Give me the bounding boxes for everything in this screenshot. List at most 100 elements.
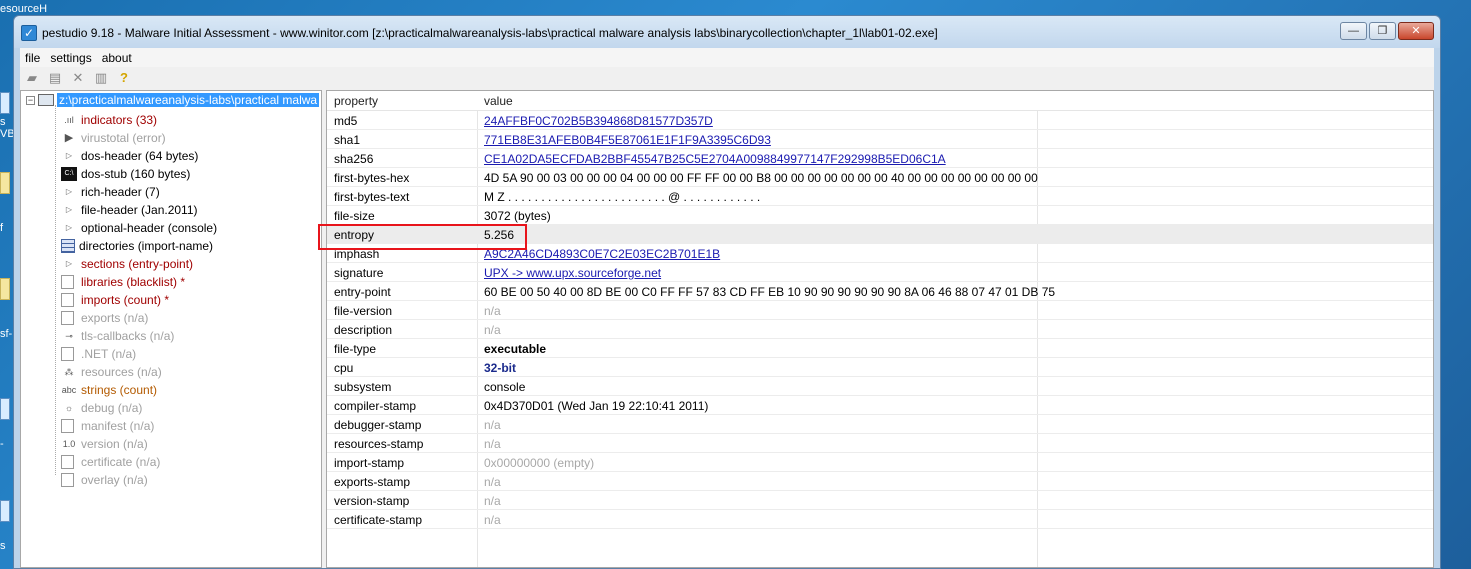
property-cell: import-stamp [334, 456, 405, 470]
tree-item[interactable]: ▷ dos-header (64 bytes) [61, 147, 198, 165]
value-cell: 3072 (bytes) [484, 209, 551, 223]
tree-item[interactable]: ☼ debug (n/a) [61, 399, 143, 417]
export-icon [61, 311, 74, 325]
app-icon: ✓ [21, 25, 37, 41]
property-cell: description [334, 323, 393, 337]
value-link[interactable]: UPX -> www.upx.sourceforge.net [484, 266, 661, 280]
menu-settings[interactable]: settings [45, 51, 96, 65]
value-cell: n/a [484, 323, 501, 337]
open-icon[interactable]: ▰ [22, 68, 42, 88]
table-row[interactable]: file-version n/a [327, 301, 1433, 320]
table-row[interactable]: compiler-stamp 0x4D370D01 (Wed Jan 19 22:… [327, 396, 1433, 415]
value-cell: n/a [484, 304, 501, 318]
value-link[interactable]: CE1A02DA5ECFDAB2BBF45547B25C5E2704A00988… [484, 152, 946, 166]
menu-file[interactable]: file [20, 51, 45, 65]
table-row[interactable]: entry-point 60 BE 00 50 40 00 8D BE 00 C0… [327, 282, 1433, 301]
table-row[interactable]: import-stamp 0x00000000 (empty) [327, 453, 1433, 472]
tree-item-label: debug (n/a) [81, 401, 143, 415]
table-row[interactable]: md5 24AFFBF0C702B5B394868D81577D357D [327, 111, 1433, 130]
column-header-property[interactable]: property [334, 94, 378, 108]
value-cell: 0x4D370D01 (Wed Jan 19 22:10:41 2011) [484, 399, 709, 413]
property-cell: first-bytes-text [334, 190, 410, 204]
tree-item[interactable]: imports (count) * [61, 291, 169, 309]
tree-item[interactable]: certificate (n/a) [61, 453, 160, 471]
desktop-label: f [0, 222, 4, 234]
tree-item[interactable]: directories (import-name) [61, 237, 213, 255]
tree-item[interactable]: manifest (n/a) [61, 417, 154, 435]
table-row[interactable]: description n/a [327, 320, 1433, 339]
tree-item[interactable]: 1.0 version (n/a) [61, 435, 148, 453]
tree-item[interactable]: ▶ virustotal (error) [61, 129, 166, 147]
title-bar[interactable]: ✓ pestudio 9.18 - Malware Initial Assess… [14, 16, 1440, 48]
tree-item[interactable]: C:\ dos-stub (160 bytes) [61, 165, 190, 183]
tree-item-label: .NET (n/a) [81, 347, 137, 361]
desktop-icon[interactable] [0, 398, 10, 420]
tree-item[interactable]: abc strings (count) [61, 381, 157, 399]
tree-item[interactable]: ▷ file-header (Jan.2011) [61, 201, 198, 219]
desktop-icon[interactable] [0, 500, 10, 522]
property-cell: subsystem [334, 380, 392, 394]
clipboard-icon[interactable]: ▥ [91, 68, 111, 88]
property-cell: first-bytes-hex [334, 171, 410, 185]
tree-item[interactable]: ▷ optional-header (console) [61, 219, 217, 237]
property-cell: file-type [334, 342, 377, 356]
tree-root-label[interactable]: z:\practicalmalwareanalysis-labs\practic… [57, 93, 320, 107]
menu-bar: file settings about [20, 48, 1434, 67]
tree-root[interactable]: − z:\practicalmalwareanalysis-labs\pract… [26, 93, 320, 107]
table-row[interactable]: first-bytes-text M Z . . . . . . . . . . … [327, 187, 1433, 206]
table-row[interactable]: resources-stamp n/a [327, 434, 1433, 453]
tree-item[interactable]: exports (n/a) [61, 309, 148, 327]
value-cell: M Z . . . . . . . . . . . . . . . . . . … [484, 190, 761, 204]
tree-item[interactable]: ▷ rich-header (7) [61, 183, 160, 201]
table-row[interactable]: first-bytes-hex 4D 5A 90 00 03 00 00 00 0… [327, 168, 1433, 187]
tree-item[interactable]: ⁂ resources (n/a) [61, 363, 162, 381]
table-row[interactable]: sha256 CE1A02DA5ECFDAB2BBF45547B25C5E2704… [327, 149, 1433, 168]
value-cell: console [484, 380, 526, 394]
desktop-icon[interactable] [0, 172, 10, 194]
version-icon: 1.0 [62, 439, 76, 449]
table-row[interactable]: cpu 32-bit [327, 358, 1433, 377]
tree-item[interactable]: .ııl indicators (33) [61, 111, 157, 129]
desktop-icon[interactable] [0, 278, 10, 300]
tree-item[interactable]: ⊸ tls-callbacks (n/a) [61, 327, 174, 345]
tree-item-label: overlay (n/a) [81, 473, 148, 487]
tree-item-label: certificate (n/a) [81, 455, 161, 469]
save-icon[interactable]: ▤ [45, 68, 65, 88]
property-cell: file-version [334, 304, 393, 318]
window-title: pestudio 9.18 - Malware Initial Assessme… [42, 26, 938, 40]
property-cell: signature [334, 266, 384, 280]
tree-item[interactable]: libraries (blacklist) * [61, 273, 185, 291]
maximize-button[interactable]: ❐ [1369, 22, 1396, 40]
tree-item-label: rich-header (7) [81, 185, 160, 199]
table-row[interactable]: file-size 3072 (bytes) [327, 206, 1433, 225]
value-link[interactable]: 24AFFBF0C702B5B394868D81577D357D [484, 114, 713, 128]
grid-icon [61, 239, 75, 253]
console-icon: C:\ [61, 167, 77, 181]
tree-item-label: resources (n/a) [81, 365, 162, 379]
table-row[interactable]: file-type executable [327, 339, 1433, 358]
property-cell: compiler-stamp [334, 399, 417, 413]
menu-about[interactable]: about [97, 51, 137, 65]
table-row[interactable]: debugger-stamp n/a [327, 415, 1433, 434]
table-row[interactable]: subsystem console [327, 377, 1433, 396]
close-file-icon[interactable]: ✕ [68, 68, 88, 88]
table-row[interactable]: exports-stamp n/a [327, 472, 1433, 491]
minimize-button[interactable]: — [1340, 22, 1367, 40]
tree-item[interactable]: overlay (n/a) [61, 471, 148, 489]
tree-panel: − z:\practicalmalwareanalysis-labs\pract… [20, 90, 322, 568]
tree-item[interactable]: .NET (n/a) [61, 345, 136, 363]
desktop-label: s [0, 116, 6, 128]
column-header-value[interactable]: value [484, 94, 513, 108]
certificate-icon [61, 455, 74, 469]
value-link[interactable]: 771EB8E31AFEB0B4F5E87061E1F1F9A3395C6D93 [484, 133, 771, 147]
table-row[interactable]: sha1 771EB8E31AFEB0B4F5E87061E1F1F9A3395C… [327, 130, 1433, 149]
table-row[interactable]: signature UPX -> www.upx.sourceforge.net [327, 263, 1433, 282]
desktop-icon[interactable] [0, 92, 10, 114]
tree-item[interactable]: ▷ sections (entry-point) [61, 255, 193, 273]
table-row[interactable]: version-stamp n/a [327, 491, 1433, 510]
table-row[interactable]: certificate-stamp n/a [327, 510, 1433, 529]
collapse-icon[interactable]: − [26, 95, 35, 105]
help-icon[interactable]: ? [114, 68, 134, 88]
tree-item-label: file-header (Jan.2011) [81, 203, 198, 217]
close-button[interactable]: ✕ [1398, 22, 1434, 40]
